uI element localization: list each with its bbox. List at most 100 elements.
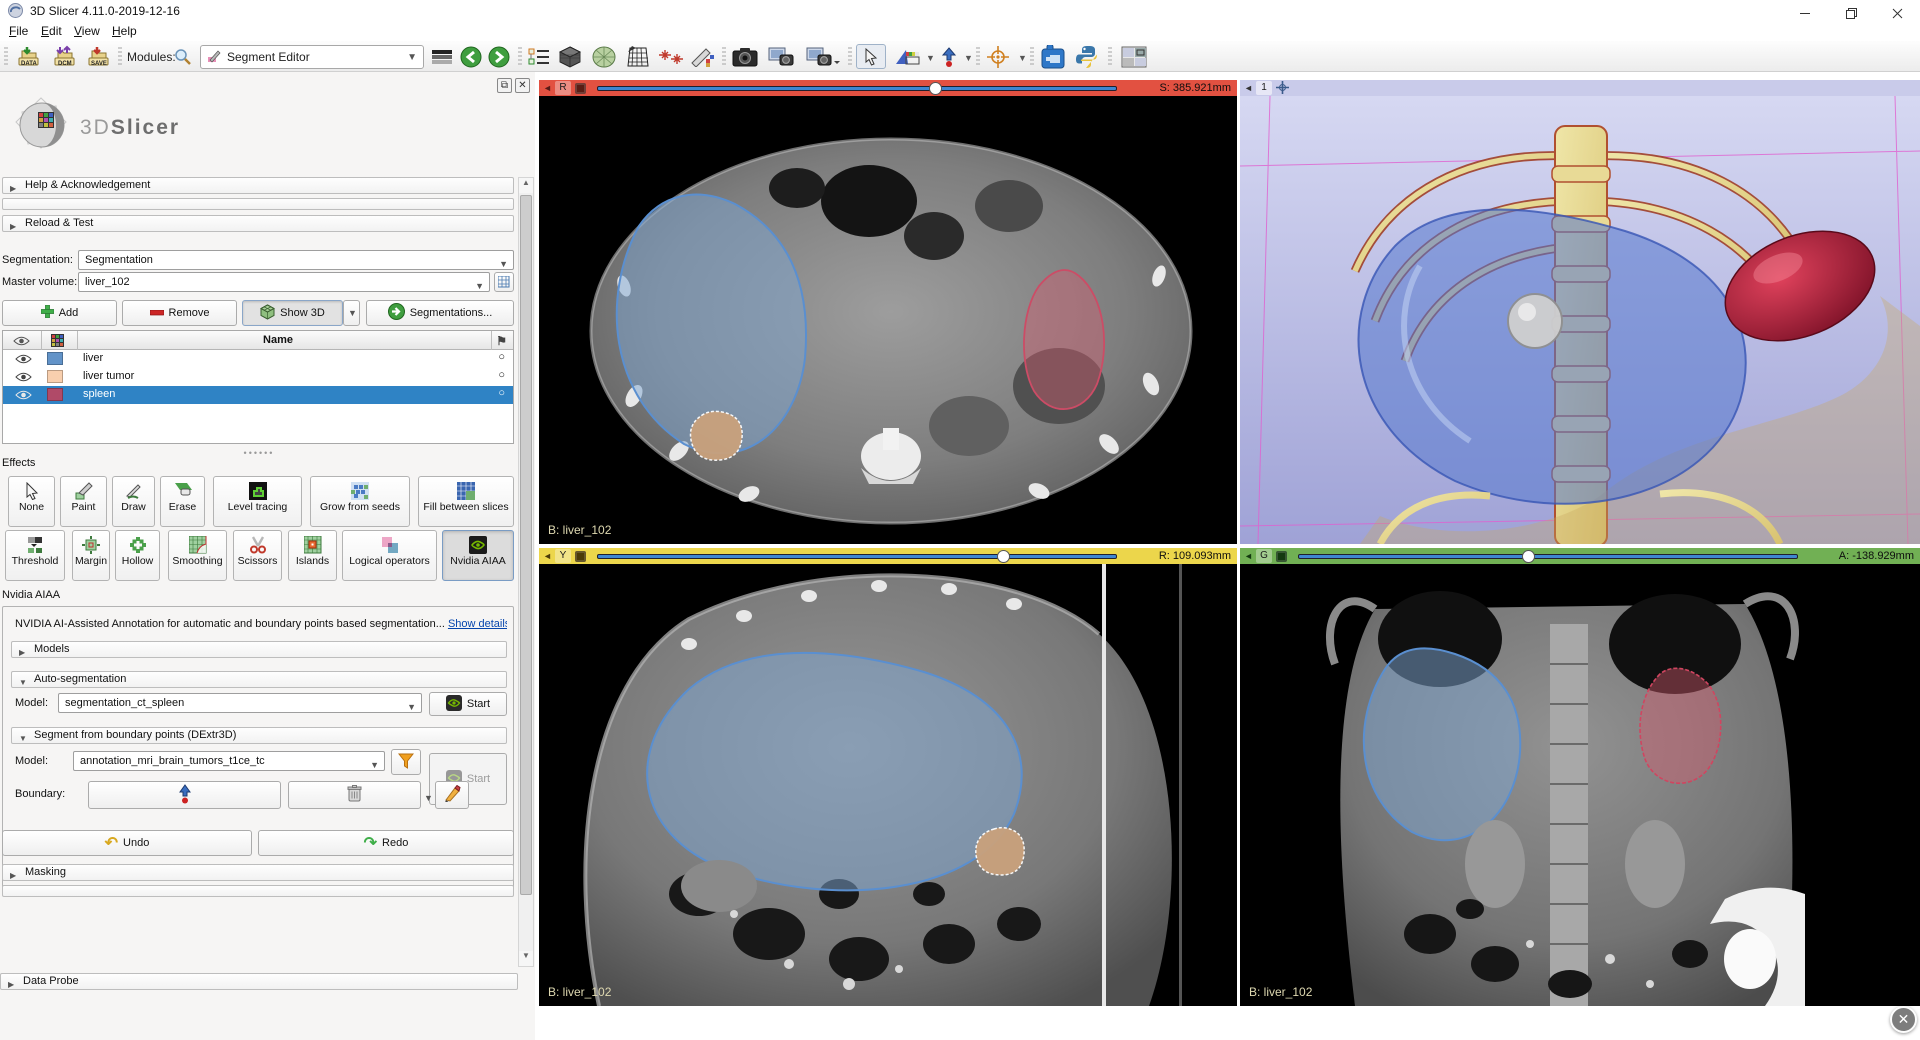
mouse-interaction-button[interactable] (856, 44, 886, 69)
annotations-icon[interactable] (688, 44, 716, 69)
add-segment-button[interactable]: Add (2, 300, 117, 326)
scene-view-capture-icon[interactable] (766, 44, 798, 69)
panel-close-button[interactable]: ✕ (515, 78, 530, 93)
slice-link-icon[interactable] (575, 551, 586, 562)
volume-rendering-icon[interactable] (556, 44, 584, 69)
notification-close-button[interactable]: ✕ (1890, 1006, 1917, 1033)
chevron-down-icon[interactable]: ▼ (1018, 53, 1027, 63)
python-console-icon[interactable] (1072, 44, 1102, 69)
redo-button[interactable]: ↷ Redo (258, 830, 514, 856)
module-history-icon[interactable] (430, 44, 454, 69)
segmentation-selector[interactable]: Segmentation ▼ (78, 250, 514, 270)
dicom-button[interactable]: DCM (48, 44, 78, 69)
edit-boundary-points-button[interactable] (435, 781, 469, 809)
effect-islands-button[interactable]: Islands (288, 530, 337, 581)
help-acknowledgement-section[interactable]: ▶ Help & Acknowledgement (2, 177, 514, 194)
crosshair-button[interactable] (984, 44, 1012, 69)
effect-none-button[interactable]: None (8, 476, 55, 527)
effect-nvidia-aiaa-button[interactable]: Nvidia AIAA (442, 530, 514, 581)
segment-row-liver-tumor[interactable]: liver tumor ○ (3, 368, 513, 386)
red-slice-slider[interactable] (597, 86, 1117, 91)
menu-edit[interactable]: Edit (41, 24, 62, 38)
effect-level-tracing-button[interactable]: Level tracing (213, 476, 302, 527)
slice-link-icon[interactable] (575, 83, 586, 94)
auto-model-selector[interactable]: segmentation_ct_spleen ▼ (58, 693, 422, 713)
effect-smoothing-button[interactable]: Smoothing (168, 530, 227, 581)
pin-icon[interactable]: ◄ (1244, 551, 1253, 561)
menu-view[interactable]: View (74, 24, 100, 38)
slice-link-icon[interactable] (1276, 551, 1287, 562)
panel-float-button[interactable]: ⧉ (497, 78, 512, 93)
sagittal-slice-image[interactable] (539, 564, 1237, 1006)
segment-status-icon[interactable]: ○ (498, 351, 505, 363)
green-slice-slider[interactable] (1298, 554, 1798, 559)
screenshot-icon[interactable] (730, 44, 760, 69)
layout-selector-button[interactable] (1118, 44, 1150, 69)
yellow-slice-controller[interactable]: ◄ Y R: 109.093mm (539, 548, 1237, 564)
models-section[interactable]: ▶ Models (11, 641, 507, 658)
master-volume-selector[interactable]: liver_102 ▼ (78, 272, 490, 292)
segment-color-swatch[interactable] (47, 370, 63, 383)
effect-grow-from-seeds-button[interactable]: Grow from seeds (310, 476, 410, 527)
module-search-icon[interactable] (172, 44, 194, 69)
red-slice-controller[interactable]: ◄ R S: 385.921mm (539, 80, 1237, 96)
chevron-down-icon[interactable]: ▼ (926, 53, 935, 63)
subject-hierarchy-icon[interactable] (526, 44, 552, 69)
boundary-points-section[interactable]: ▼ Segment from boundary points (DExtr3D) (11, 727, 507, 744)
green-slice-slider-handle[interactable] (1522, 550, 1535, 563)
coronal-slice-image[interactable] (1240, 564, 1920, 1006)
scroll-down-arrow[interactable]: ▼ (519, 951, 533, 966)
panel-splitter-handle[interactable]: •••••• (0, 448, 518, 458)
segment-status-icon[interactable]: ○ (498, 387, 505, 399)
yellow-slice-slider[interactable] (597, 554, 1117, 559)
specify-geometry-button[interactable] (494, 272, 514, 292)
chevron-down-icon[interactable]: ▼ (424, 793, 433, 803)
visibility-eye-icon[interactable] (15, 372, 32, 385)
mesh-edit-icon[interactable] (624, 44, 652, 69)
chevron-down-icon[interactable]: ▼ (964, 53, 973, 63)
models-icon[interactable] (590, 44, 618, 69)
visibility-eye-icon[interactable] (15, 390, 32, 403)
threeD-view-controller[interactable]: ◄ 1 (1240, 80, 1920, 96)
effect-margin-button[interactable]: Margin (72, 530, 110, 581)
module-selector[interactable]: Segment Editor ▼ (200, 45, 424, 69)
history-forward-button[interactable] (486, 44, 512, 69)
load-data-button[interactable]: DATA (12, 44, 42, 69)
scene-view-restore-icon[interactable] (804, 44, 842, 69)
markups-icon[interactable] (656, 44, 684, 69)
history-back-button[interactable] (458, 44, 484, 69)
show-3d-options-button[interactable]: ▼ (343, 300, 360, 326)
menu-help[interactable]: Help (112, 24, 137, 38)
segment-row-liver[interactable]: liver ○ (3, 350, 513, 368)
effect-erase-button[interactable]: Erase (160, 476, 205, 527)
effect-paint-button[interactable]: Paint (60, 476, 107, 527)
axial-slice-image[interactable] (539, 96, 1237, 544)
auto-segmentation-section[interactable]: ▼ Auto-segmentation (11, 671, 507, 688)
visibility-eye-icon[interactable] (15, 354, 32, 367)
effect-draw-button[interactable]: Draw (112, 476, 155, 527)
green-slice-controller[interactable]: ◄ G A: -138.929mm (1240, 548, 1920, 564)
yellow-slice-slider-handle[interactable] (997, 550, 1010, 563)
segment-status-icon[interactable]: ○ (498, 369, 505, 381)
red-slice-slider-handle[interactable] (929, 82, 942, 95)
place-boundary-points-button[interactable] (88, 781, 281, 809)
segmentations-button[interactable]: Segmentations... (366, 300, 514, 326)
data-probe-section[interactable]: ▶ Data Probe (0, 973, 518, 990)
segment-row-spleen[interactable]: spleen ○ (3, 386, 513, 404)
save-button[interactable]: SAVE (82, 44, 112, 69)
masking-section[interactable]: ▶ Masking (2, 864, 514, 881)
boundary-model-selector[interactable]: annotation_mri_brain_tumors_t1ce_tc ▼ (73, 751, 385, 771)
undo-button[interactable]: ↶ Undo (2, 830, 252, 856)
filter-models-button[interactable] (391, 749, 421, 775)
effect-scissors-button[interactable]: Scissors (233, 530, 282, 581)
effect-hollow-button[interactable]: Hollow (115, 530, 160, 581)
segment-color-swatch[interactable] (47, 352, 63, 365)
menu-file[interactable]: File (9, 24, 28, 38)
show-details-link[interactable]: Show details. (448, 618, 507, 630)
panel-scrollbar[interactable]: ▲ ▼ (518, 177, 534, 967)
effect-logical-operators-button[interactable]: Logical operators (342, 530, 437, 581)
extensions-manager-icon[interactable] (1038, 44, 1068, 69)
remove-segment-button[interactable]: Remove (122, 300, 237, 326)
scroll-up-arrow[interactable]: ▲ (519, 178, 533, 193)
pin-icon[interactable]: ◄ (1244, 83, 1253, 93)
